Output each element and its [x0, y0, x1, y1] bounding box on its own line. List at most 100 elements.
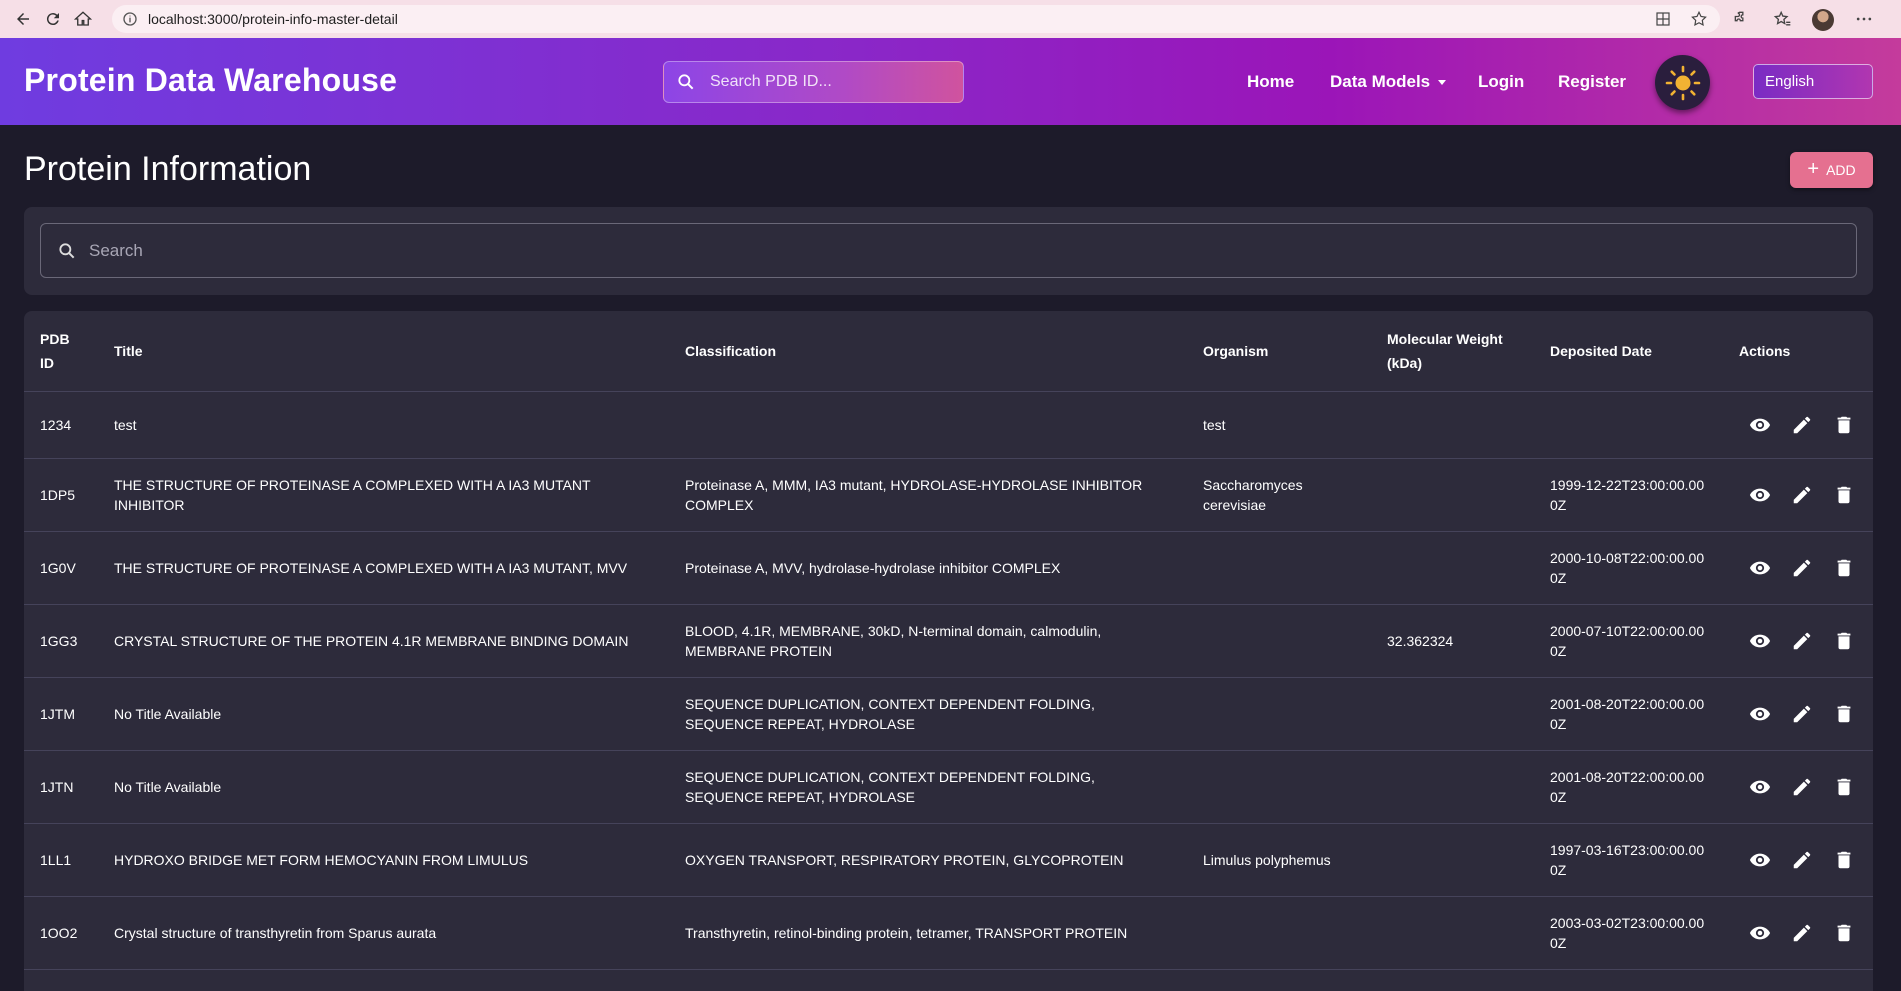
table-row[interactable]: 1JTN No Title Available SEQUENCE DUPLICATI… [24, 750, 1873, 824]
arrow-left-icon [17, 13, 29, 25]
more-icon[interactable] [1854, 9, 1874, 29]
table-row[interactable]: 1LL1 HYDROXO BRIDGE MET FORM HEMOCYANIN F… [24, 823, 1873, 897]
pencil-icon[interactable] [1791, 414, 1813, 436]
trash-icon[interactable] [1833, 849, 1855, 871]
url-text: localhost:3000/protein-info-master-detai… [148, 11, 398, 27]
view-icon[interactable] [1749, 414, 1771, 436]
sun-icon [1665, 65, 1700, 100]
app-header: Protein Data Warehouse Home Data Models … [0, 38, 1901, 125]
app-install-icon[interactable] [1654, 10, 1672, 28]
column-header-title[interactable]: Title [98, 311, 669, 392]
cell-molecular-weight [1371, 531, 1534, 605]
table-row[interactable]: 1234 test test [24, 391, 1873, 459]
reload-button[interactable] [40, 6, 66, 32]
view-icon[interactable] [1749, 557, 1771, 579]
plus-icon: + [1807, 158, 1820, 180]
view-icon[interactable] [1749, 484, 1771, 506]
column-header-pdb-id[interactable]: PDB ID [24, 311, 98, 392]
cell-organism [1187, 677, 1371, 751]
row-actions [1739, 630, 1857, 652]
cell-organism [1187, 604, 1371, 678]
cell-title: No Title Available [98, 750, 669, 824]
add-button[interactable]: + ADD [1790, 152, 1873, 188]
view-icon[interactable] [1749, 776, 1771, 798]
search-icon [59, 242, 75, 258]
table-row[interactable]: 1GG3 CRYSTAL STRUCTURE OF THE PROTEIN 4.1… [24, 604, 1873, 678]
theme-toggle-button[interactable] [1655, 55, 1710, 110]
brand-title[interactable]: Protein Data Warehouse [24, 62, 397, 99]
nav-data-models[interactable]: Data Models [1330, 72, 1447, 92]
pencil-icon[interactable] [1791, 703, 1813, 725]
search-panel [24, 207, 1873, 295]
trash-icon[interactable] [1833, 557, 1855, 579]
cell-actions [1723, 391, 1873, 459]
cell-actions [1723, 823, 1873, 897]
trash-icon[interactable] [1833, 776, 1855, 798]
trash-icon[interactable] [1833, 703, 1855, 725]
cell-classification [669, 391, 1187, 459]
column-header-deposited-date[interactable]: Deposited Date [1534, 311, 1723, 392]
cell-pdb-id: 1OO2 [24, 896, 98, 970]
nav-home[interactable]: Home [1247, 72, 1294, 92]
view-icon[interactable] [1749, 630, 1771, 652]
profile-avatar[interactable] [1812, 9, 1834, 31]
language-select[interactable]: English [1753, 64, 1873, 99]
view-icon[interactable] [1749, 922, 1771, 944]
cell-title: test [98, 391, 669, 459]
column-header-molecular-weight[interactable]: Molecular Weight (kDa) [1371, 311, 1534, 392]
column-header-classification[interactable]: Classification [669, 311, 1187, 392]
row-actions [1739, 703, 1857, 725]
nav-login[interactable]: Login [1478, 72, 1524, 92]
cell-molecular-weight [1371, 458, 1534, 532]
pdb-search-input[interactable] [710, 73, 940, 91]
trash-icon[interactable] [1833, 484, 1855, 506]
cell-deposited-date: 2001-08-20T22:00:00.000Z [1534, 750, 1723, 824]
cell-deposited-date: 2000-07-10T22:00:00.000Z [1534, 604, 1723, 678]
cell-pdb-id: 1JTN [24, 750, 98, 824]
cell-title: HYDROXO BRIDGE MET FORM HEMOCYANIN FROM … [98, 823, 669, 897]
trash-icon[interactable] [1833, 630, 1855, 652]
back-button[interactable] [10, 6, 36, 32]
nav-data-models-label: Data Models [1330, 72, 1431, 91]
trash-icon[interactable] [1833, 414, 1855, 436]
column-header-molecular-weight-label: Molecular Weight (kDa) [1387, 330, 1503, 371]
cell-classification: SEQUENCE DUPLICATION, CONTEXT DEPENDENT … [669, 750, 1187, 824]
cell-title: THE STRUCTURE OF PROTEINASE A COMPLEXED … [98, 531, 669, 605]
extensions-icon[interactable] [1732, 9, 1752, 29]
pencil-icon[interactable] [1791, 922, 1813, 944]
favorites-icon[interactable] [1772, 9, 1792, 29]
table-row[interactable]: 1G0V THE STRUCTURE OF PROTEINASE A COMPLE… [24, 531, 1873, 605]
table-search-input[interactable] [89, 240, 1789, 261]
star-icon[interactable] [1690, 10, 1708, 28]
column-header-organism[interactable]: Organism [1187, 311, 1371, 392]
row-actions [1739, 849, 1857, 871]
address-bar[interactable]: localhost:3000/protein-info-master-detai… [112, 5, 1720, 33]
table-row[interactable]: 1DP5 THE STRUCTURE OF PROTEINASE A COMPLE… [24, 458, 1873, 532]
cell-organism: Limulus polyphemus [1187, 823, 1371, 897]
trash-icon[interactable] [1833, 922, 1855, 944]
cell-organism: Saccharomyces cerevisiae [1187, 458, 1371, 532]
pencil-icon[interactable] [1791, 849, 1813, 871]
table-header-row: PDB ID Title Classification Organism Mol… [24, 311, 1873, 392]
cell-deposited-date: 1997-03-16T23:00:00.000Z [1534, 823, 1723, 897]
view-icon[interactable] [1749, 703, 1771, 725]
pencil-icon[interactable] [1791, 484, 1813, 506]
cell-title: CRYSTAL STRUCTURE OF THE PROTEIN 4.1R ME… [98, 604, 669, 678]
table-search-field[interactable] [40, 223, 1857, 278]
cell-organism [1187, 896, 1371, 970]
cell-pdb-id: 1234 [24, 391, 98, 459]
pencil-icon[interactable] [1791, 557, 1813, 579]
table-row[interactable]: 1JTM No Title Available SEQUENCE DUPLICATI… [24, 677, 1873, 751]
cell-deposited-date: 1999-12-22T23:00:00.000Z [1534, 458, 1723, 532]
pencil-icon[interactable] [1791, 630, 1813, 652]
cell-classification: BLOOD, 4.1R, MEMBRANE, 30kD, N-terminal … [669, 604, 1187, 678]
pencil-icon[interactable] [1791, 776, 1813, 798]
row-actions [1739, 484, 1857, 506]
cell-pdb-id: 1LL1 [24, 823, 98, 897]
view-icon[interactable] [1749, 849, 1771, 871]
pdb-search-field[interactable] [663, 61, 964, 103]
home-browser-button[interactable] [70, 6, 96, 32]
table-row[interactable]: 1OO2 Crystal structure of transthyretin f… [24, 896, 1873, 970]
nav-register[interactable]: Register [1558, 72, 1626, 92]
search-icon [678, 74, 694, 90]
